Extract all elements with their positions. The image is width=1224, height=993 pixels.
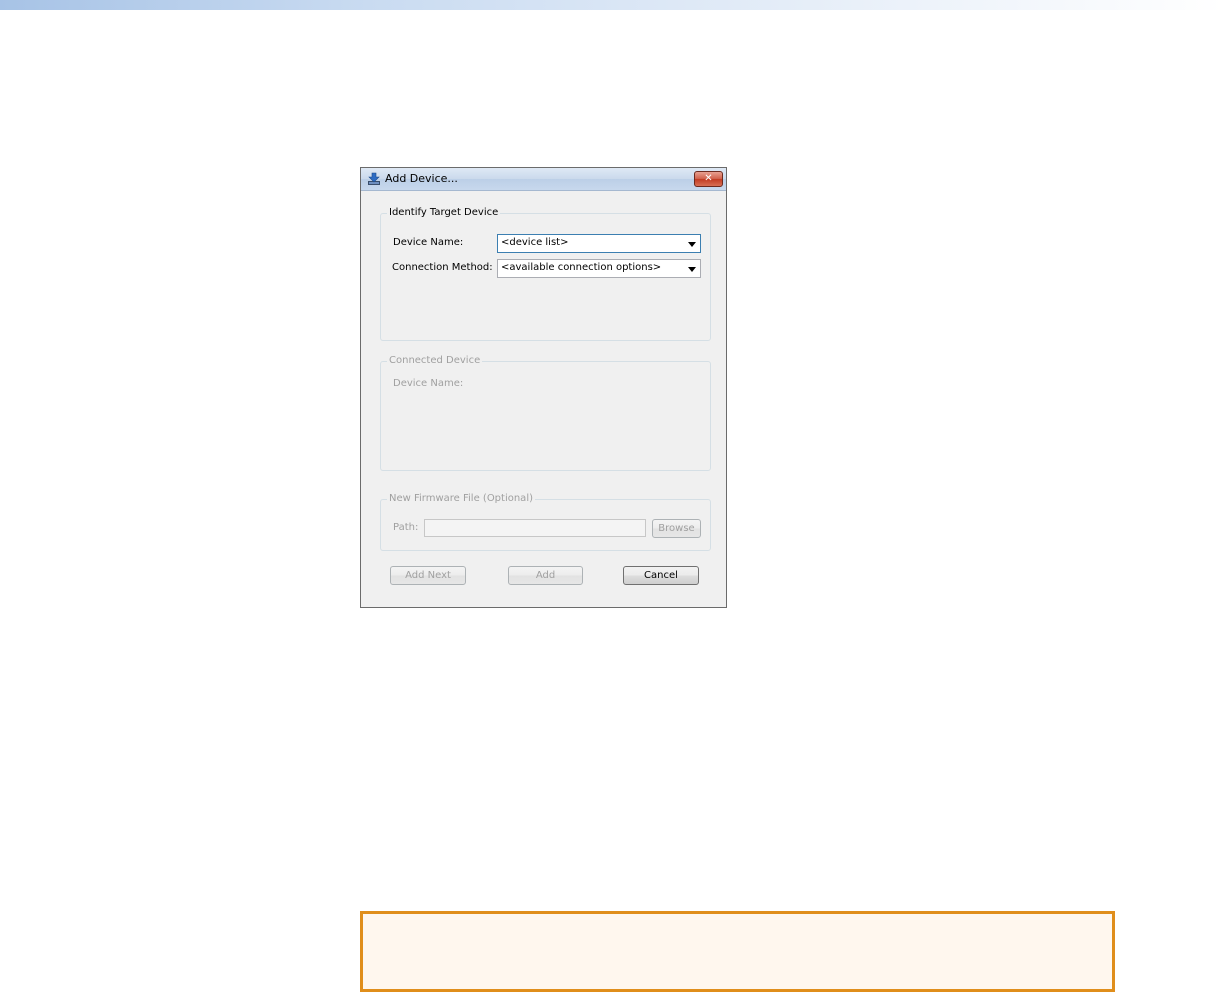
add-button[interactable]: Add	[508, 566, 583, 585]
device-name-value: <device list>	[501, 237, 569, 248]
device-download-icon	[368, 172, 380, 185]
note-box	[360, 911, 1115, 992]
firmware-group-label: New Firmware File (Optional)	[387, 493, 535, 504]
chevron-down-icon[interactable]	[688, 242, 696, 247]
add-device-dialog: Add Device... ✕ Identify Target Device D…	[360, 167, 727, 608]
identify-group-label: Identify Target Device	[387, 207, 501, 218]
firmware-file-group: New Firmware File (Optional) Path: Brows…	[380, 493, 711, 551]
page-header-gradient	[0, 0, 1224, 10]
connection-method-value: <available connection options>	[501, 262, 662, 273]
close-button[interactable]: ✕	[694, 171, 723, 187]
device-name-select[interactable]: <device list>	[497, 234, 701, 253]
connected-device-group: Connected Device Device Name:	[380, 355, 711, 471]
dialog-titlebar[interactable]: Add Device... ✕	[361, 168, 726, 191]
cancel-button[interactable]: Cancel	[623, 566, 699, 585]
connected-device-name-label: Device Name:	[393, 378, 464, 389]
device-name-label: Device Name:	[393, 237, 464, 248]
browse-button[interactable]: Browse	[652, 519, 701, 538]
dialog-content: Identify Target Device Device Name: <dev…	[361, 191, 726, 607]
chevron-down-icon[interactable]	[688, 267, 696, 272]
path-label: Path:	[393, 522, 419, 533]
connection-method-label: Connection Method:	[392, 262, 493, 273]
dialog-title: Add Device...	[385, 172, 458, 185]
connection-method-select[interactable]: <available connection options>	[497, 259, 701, 278]
identify-target-device-group: Identify Target Device Device Name: <dev…	[380, 207, 711, 341]
add-next-button[interactable]: Add Next	[390, 566, 466, 585]
path-input[interactable]	[424, 519, 646, 537]
close-icon: ✕	[704, 173, 713, 184]
connected-group-label: Connected Device	[387, 355, 483, 366]
